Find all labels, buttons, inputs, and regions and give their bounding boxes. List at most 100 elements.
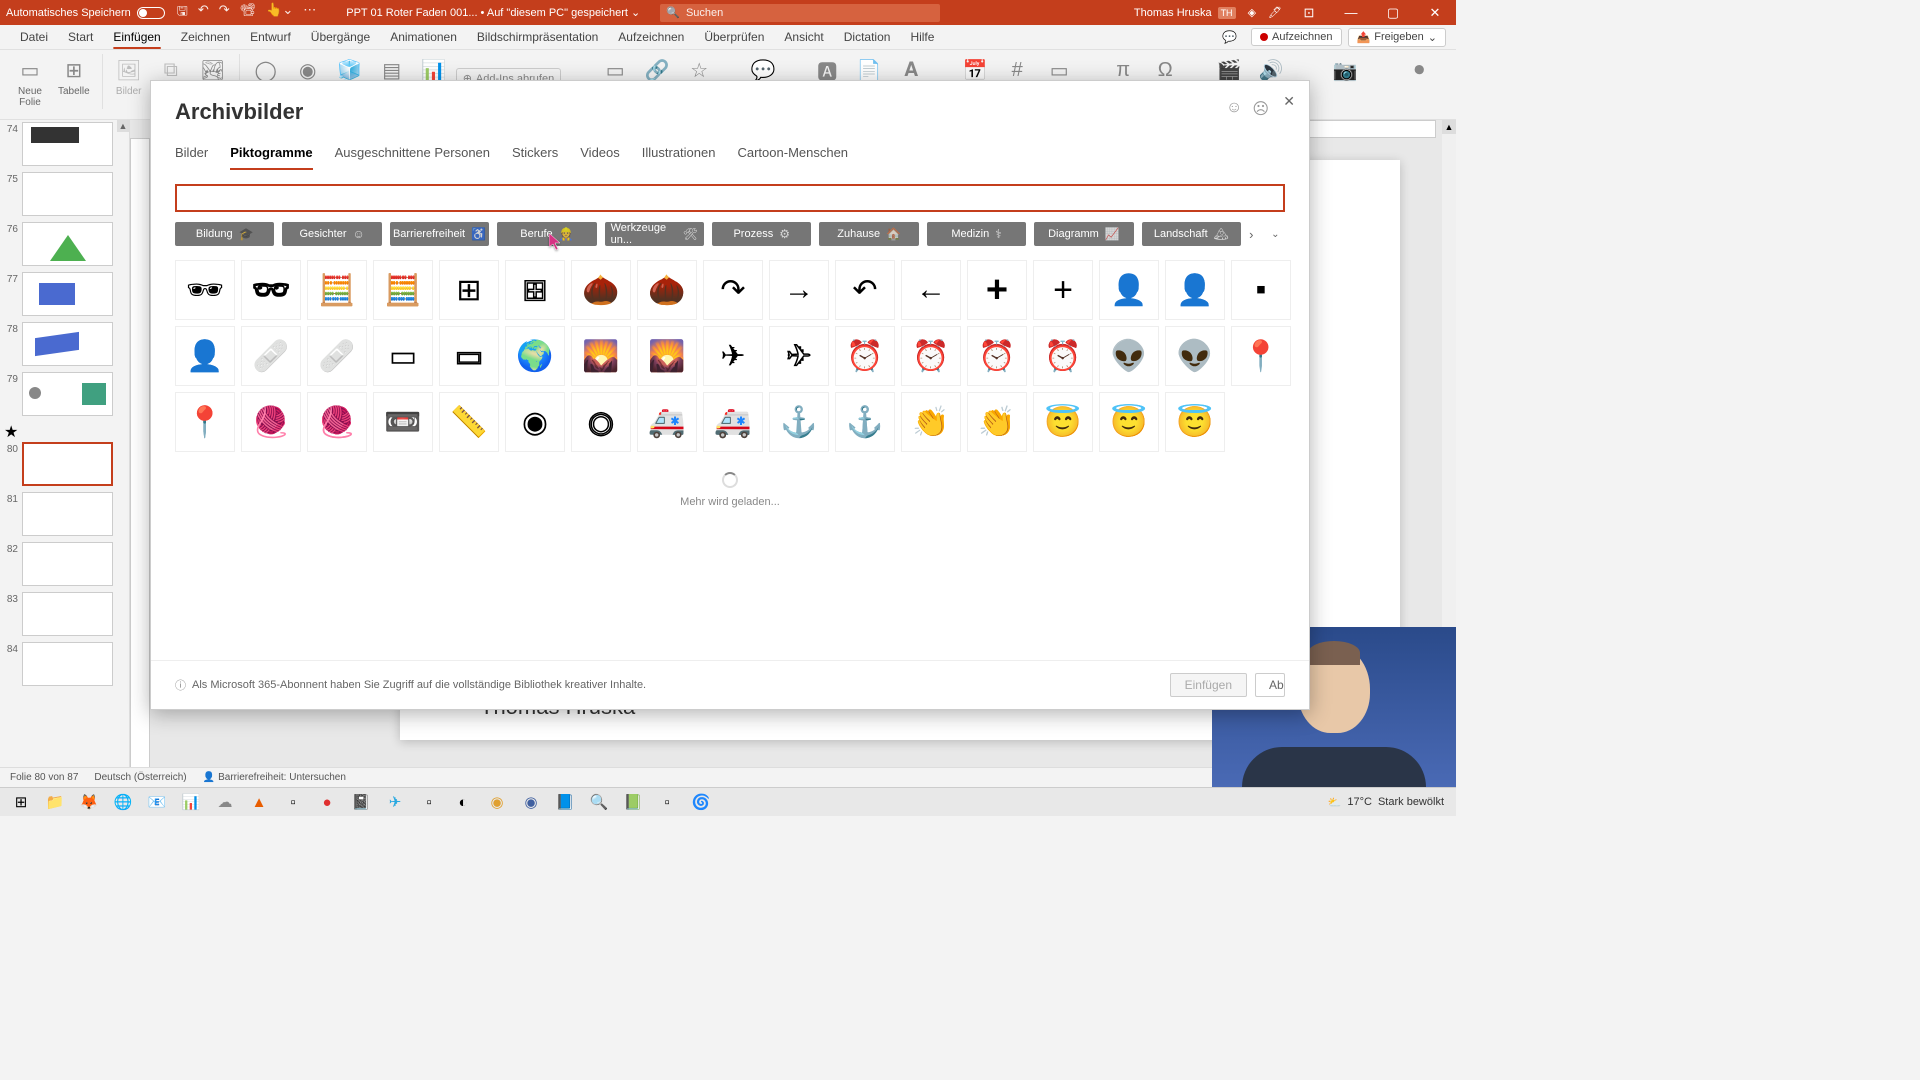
icon-abacus-4[interactable]: ⊞ [505, 260, 565, 320]
cat-gesichter[interactable]: Gesichter☺ [282, 222, 381, 246]
pen-icon[interactable]: 🖊 [1268, 6, 1282, 19]
slide-counter[interactable]: Folie 80 von 87 [10, 772, 78, 783]
icon-button-2[interactable]: ◉ [571, 392, 631, 452]
app-icon-6[interactable]: ◉ [480, 789, 514, 815]
tab-dictation[interactable]: Dictation [834, 26, 901, 48]
icon-arrow-left-1[interactable]: ↶ [835, 260, 895, 320]
undo-icon[interactable]: ↶ [198, 2, 209, 24]
tab-animationen[interactable]: Animationen [380, 26, 467, 48]
share-button[interactable]: 📤Freigeben⌄ [1348, 28, 1446, 47]
vlc-icon[interactable]: ▲ [242, 789, 276, 815]
word-icon[interactable]: 📘 [548, 789, 582, 815]
slide-thumbnail-82[interactable]: 82 [4, 542, 113, 586]
cat-barrierefreiheit[interactable]: Barrierefreiheit♿ [390, 222, 489, 246]
tab-start[interactable]: Start [58, 26, 103, 48]
redo-icon[interactable]: ↷ [219, 2, 230, 24]
icon-angel-outline-2[interactable]: 😇 [1165, 392, 1225, 452]
icon-arrow-right-1[interactable]: ↷ [703, 260, 763, 320]
icon-contact-4[interactable]: 👤 [175, 326, 235, 386]
tab-ueberpruefen[interactable]: Überprüfen [694, 26, 774, 48]
outlook-icon[interactable]: 📧 [140, 789, 174, 815]
coming-soon-icon[interactable]: ◈ [1248, 6, 1256, 19]
pictures-button[interactable]: 🖼Bilder [109, 54, 149, 99]
minimize-icon[interactable]: — [1336, 5, 1366, 20]
app-icon-1[interactable]: ☁ [208, 789, 242, 815]
icon-contact-3[interactable]: ▪ [1231, 260, 1291, 320]
icon-abacus-1[interactable]: 🧮 [307, 260, 367, 320]
language-indicator[interactable]: Deutsch (Österreich) [94, 772, 186, 783]
icon-ambulance[interactable]: 🚑 [637, 392, 697, 452]
slide-thumbnail-78[interactable]: 78 [4, 322, 113, 366]
app-icon-2[interactable]: ▫ [276, 789, 310, 815]
save-icon[interactable]: 🖫 [177, 2, 188, 24]
user-account[interactable]: Thomas Hruska TH [1134, 7, 1236, 19]
icon-clap[interactable]: 👏 [901, 392, 961, 452]
cat-werkzeuge[interactable]: Werkzeuge un...🛠 [605, 222, 704, 246]
ribbon-options-icon[interactable]: ⊡ [1294, 5, 1324, 21]
app-icon-8[interactable]: 🔍 [582, 789, 616, 815]
icon-anchor[interactable]: ⚓ [769, 392, 829, 452]
icon-anchor-outline[interactable]: ⚓ [835, 392, 895, 452]
icon-alarm-1[interactable]: ⏰ [835, 326, 895, 386]
slide-thumbnail-81[interactable]: 81 [4, 492, 113, 536]
telegram-icon[interactable]: ✈ [378, 789, 412, 815]
icon-africa[interactable]: 🌍 [505, 326, 565, 386]
cancel-button[interactable]: Abbrechen [1255, 673, 1285, 697]
icon-airplane[interactable]: ✈ [703, 326, 763, 386]
app-icon-5[interactable]: ◐ [446, 789, 480, 815]
tab-ansicht[interactable]: Ansicht [774, 26, 833, 48]
icon-ambulance-outline[interactable]: 🚑 [703, 392, 763, 452]
onenote-icon[interactable]: 📓 [344, 789, 378, 815]
icon-billboard[interactable]: ▭ [373, 326, 433, 386]
tab-bildschirm[interactable]: Bildschirmpräsentation [467, 26, 608, 48]
tab-hilfe[interactable]: Hilfe [900, 26, 944, 48]
cat-diagramm[interactable]: Diagramm📈 [1034, 222, 1133, 246]
tab-aufzeichnen[interactable]: Aufzeichnen [608, 26, 694, 48]
cat-medizin[interactable]: Medizin⚕ [927, 222, 1026, 246]
icon-bandage-outline[interactable]: 🩹 [307, 326, 367, 386]
feedback-smile-icon[interactable]: ☺ [1226, 99, 1242, 119]
tab-cartoon[interactable]: Cartoon-Menschen [737, 145, 848, 170]
icon-abacus-2[interactable]: 🧮 [373, 260, 433, 320]
present-icon[interactable]: 📽 [240, 2, 257, 24]
chrome-icon[interactable]: 🌐 [106, 789, 140, 815]
toggle-switch[interactable] [137, 7, 165, 19]
slide-thumbnail-75[interactable]: 75 [4, 172, 113, 216]
slide-thumbnail-76[interactable]: 76 [4, 222, 113, 266]
icon-alarm-3[interactable]: ⏰ [967, 326, 1027, 386]
tab-piktogramme[interactable]: Piktogramme [230, 145, 312, 170]
icon-sunrise[interactable]: 🌄 [571, 326, 631, 386]
icon-needle[interactable]: 📍 [1231, 326, 1291, 386]
tab-bilder[interactable]: Bilder [175, 145, 208, 170]
icon-tape-measure[interactable]: 📏 [439, 392, 499, 452]
touch-icon[interactable]: 👆⌄ [266, 2, 293, 24]
cat-next-button[interactable]: › [1249, 227, 1263, 242]
cameo-button[interactable]: 📷 [1325, 54, 1365, 86]
icon-alarm-2[interactable]: ⏰ [901, 326, 961, 386]
record-button[interactable]: Aufzeichnen [1251, 28, 1342, 46]
comments-icon[interactable]: 💬 [1222, 30, 1237, 44]
slide-thumbnail-80[interactable]: 80 [4, 442, 113, 486]
icon-needle-outline[interactable]: 📍 [175, 392, 235, 452]
tab-videos[interactable]: Videos [580, 145, 620, 170]
maximize-icon[interactable]: ▢ [1378, 5, 1408, 21]
icon-clap-outline[interactable]: 👏 [967, 392, 1027, 452]
tab-entwurf[interactable]: Entwurf [240, 26, 301, 48]
icon-plus-bold[interactable]: + [967, 260, 1027, 320]
cat-bildung[interactable]: Bildung🎓 [175, 222, 274, 246]
icon-alarm-4[interactable]: ⏰ [1033, 326, 1093, 386]
feedback-frown-icon[interactable]: ☹ [1252, 99, 1269, 119]
tab-einfuegen[interactable]: Einfügen [103, 26, 170, 48]
tab-illustrationen[interactable]: Illustrationen [642, 145, 716, 170]
icon-tape[interactable]: 📼 [373, 392, 433, 452]
excel-icon[interactable]: 📗 [616, 789, 650, 815]
icon-3d-glasses-outline[interactable]: 🕶 [241, 260, 301, 320]
slide-thumbnail-74[interactable]: 74 [4, 122, 113, 166]
icon-plus-thin[interactable]: + [1033, 260, 1093, 320]
accessibility-checker[interactable]: 👤 Barrierefreiheit: Untersuchen [203, 772, 346, 783]
app-icon-7[interactable]: ◉ [514, 789, 548, 815]
icon-angel-outline-1[interactable]: 😇 [1099, 392, 1159, 452]
icon-airplane-outline[interactable]: ✈ [769, 326, 829, 386]
tab-stickers[interactable]: Stickers [512, 145, 558, 170]
icon-3d-glasses[interactable]: 🕶 [175, 260, 235, 320]
